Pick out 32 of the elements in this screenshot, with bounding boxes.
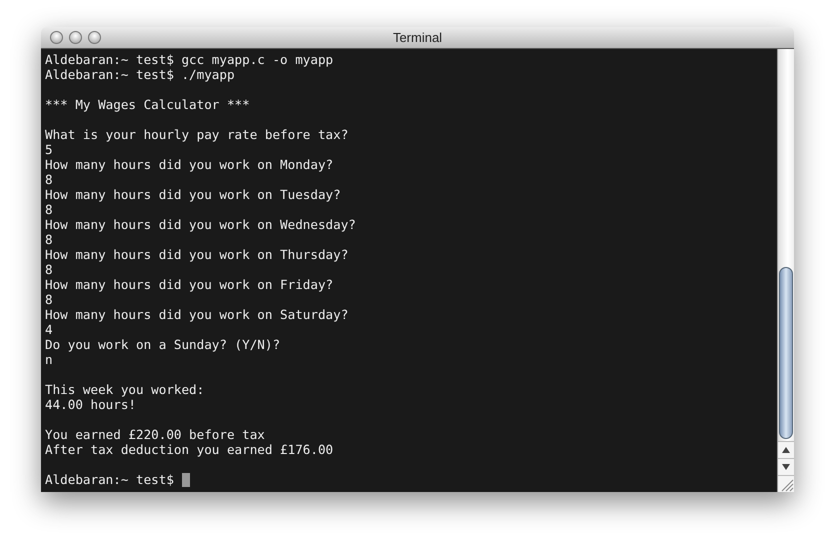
output-line: How many hours did you work on Saturday?	[45, 307, 350, 322]
scrollbar-thumb[interactable]	[779, 267, 793, 439]
minimize-button[interactable]	[69, 31, 82, 44]
zoom-button[interactable]	[88, 31, 101, 44]
output-line: How many hours did you work on Tuesday?	[45, 187, 342, 202]
output-line: 8	[45, 292, 54, 307]
output-line: How many hours did you work on Monday?	[45, 157, 334, 172]
output-line: 8	[45, 172, 54, 187]
close-button[interactable]	[50, 31, 63, 44]
output-line: This week you worked:	[45, 382, 206, 397]
text-cursor	[182, 472, 190, 486]
resize-grip-icon[interactable]	[778, 475, 794, 492]
output-line: 5	[45, 142, 54, 157]
output-line: Do you work on a Sunday? (Y/N)?	[45, 337, 282, 352]
output-line: You earned £220.00 before tax	[45, 427, 266, 442]
output-line: 4	[45, 322, 54, 337]
output-line: n	[45, 352, 54, 367]
output-line: Aldebaran:~ test$ gcc myapp.c -o myapp	[45, 52, 334, 67]
output-line: 8	[45, 232, 54, 247]
output-line: What is your hourly pay rate before tax?	[45, 127, 350, 142]
output-line: How many hours did you work on Thursday?	[45, 247, 350, 262]
output-line: How many hours did you work on Wednesday?	[45, 217, 357, 232]
output-line: How many hours did you work on Friday?	[45, 277, 334, 292]
output-line: 8	[45, 202, 54, 217]
output-line: 8	[45, 262, 54, 277]
output-line: 44.00 hours!	[45, 397, 137, 412]
output-line: Aldebaran:~ test$ ./myapp	[45, 67, 236, 82]
output-line: After tax deduction you earned £176.00	[45, 442, 334, 457]
shell-prompt: Aldebaran:~ test$	[45, 472, 174, 487]
scrollbar[interactable]	[777, 49, 794, 492]
window-title: Terminal	[392, 30, 442, 45]
output-line: *** My Wages Calculator ***	[45, 97, 251, 112]
